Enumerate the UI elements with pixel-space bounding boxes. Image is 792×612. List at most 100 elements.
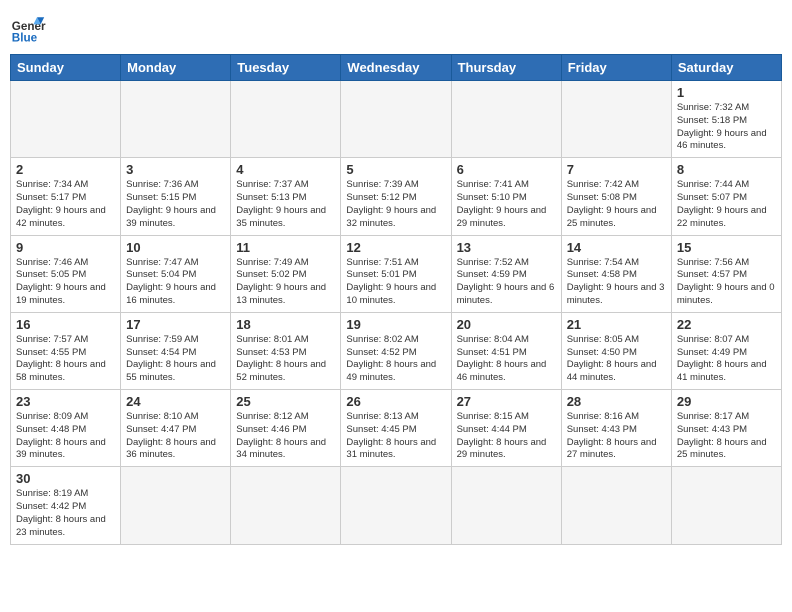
header: General Blue — [10, 10, 782, 46]
day-number: 9 — [16, 240, 115, 255]
day-info: Sunrise: 7:41 AM Sunset: 5:10 PM Dayligh… — [457, 179, 556, 230]
day-number: 29 — [677, 394, 776, 409]
day-info: Sunrise: 7:54 AM Sunset: 4:58 PM Dayligh… — [567, 257, 666, 308]
calendar-cell — [561, 467, 671, 544]
calendar-cell: 28Sunrise: 8:16 AM Sunset: 4:43 PM Dayli… — [561, 390, 671, 467]
calendar-cell — [451, 81, 561, 158]
calendar-cell: 8 Sunrise: 7:44 AM Sunset: 5:07 PM Daylig… — [671, 158, 781, 235]
calendar-cell: 16 Sunrise: 7:57 AM Sunset: 4:55 PM Dayli… — [11, 312, 121, 389]
day-info: Sunrise: 8:15 AM Sunset: 4:44 PM Dayligh… — [457, 411, 556, 462]
day-number: 28 — [567, 394, 666, 409]
calendar-cell: 9Sunrise: 7:46 AM Sunset: 5:05 PM Daylig… — [11, 235, 121, 312]
calendar-cell: 10 Sunrise: 7:47 AM Sunset: 5:04 PM Dayli… — [121, 235, 231, 312]
day-info: Sunrise: 7:36 AM Sunset: 5:15 PM Dayligh… — [126, 179, 225, 230]
day-number: 4 — [236, 162, 335, 177]
calendar-cell: 19 Sunrise: 8:02 AM Sunset: 4:52 PM Dayli… — [341, 312, 451, 389]
page: General Blue SundayMondayTuesdayWednesda… — [0, 0, 792, 612]
calendar-dow-tuesday: Tuesday — [231, 55, 341, 81]
day-number: 18 — [236, 317, 335, 332]
day-info: Sunrise: 8:12 AM Sunset: 4:46 PM Dayligh… — [236, 411, 335, 462]
day-number: 21 — [567, 317, 666, 332]
day-number: 8 — [677, 162, 776, 177]
day-info: Sunrise: 8:02 AM Sunset: 4:52 PM Dayligh… — [346, 334, 445, 385]
calendar-cell: 15Sunrise: 7:56 AM Sunset: 4:57 PM Dayli… — [671, 235, 781, 312]
day-number: 17 — [126, 317, 225, 332]
calendar-cell: 21 Sunrise: 8:05 AM Sunset: 4:50 PM Dayli… — [561, 312, 671, 389]
calendar-cell — [11, 81, 121, 158]
day-info: Sunrise: 7:57 AM Sunset: 4:55 PM Dayligh… — [16, 334, 115, 385]
calendar-cell — [231, 467, 341, 544]
calendar-cell: 11Sunrise: 7:49 AM Sunset: 5:02 PM Dayli… — [231, 235, 341, 312]
day-info: Sunrise: 7:59 AM Sunset: 4:54 PM Dayligh… — [126, 334, 225, 385]
day-info: Sunrise: 7:42 AM Sunset: 5:08 PM Dayligh… — [567, 179, 666, 230]
calendar-week-4: 23Sunrise: 8:09 AM Sunset: 4:48 PM Dayli… — [11, 390, 782, 467]
day-info: Sunrise: 8:05 AM Sunset: 4:50 PM Dayligh… — [567, 334, 666, 385]
day-number: 19 — [346, 317, 445, 332]
day-number: 3 — [126, 162, 225, 177]
calendar-cell: 1 Sunrise: 7:32 AM Sunset: 5:18 PM Daylig… — [671, 81, 781, 158]
day-info: Sunrise: 7:52 AM Sunset: 4:59 PM Dayligh… — [457, 257, 556, 308]
day-number: 16 — [16, 317, 115, 332]
calendar-dow-saturday: Saturday — [671, 55, 781, 81]
calendar-dow-monday: Monday — [121, 55, 231, 81]
calendar-week-1: 2Sunrise: 7:34 AM Sunset: 5:17 PM Daylig… — [11, 158, 782, 235]
day-number: 1 — [677, 85, 776, 100]
day-info: Sunrise: 7:34 AM Sunset: 5:17 PM Dayligh… — [16, 179, 115, 230]
calendar-cell — [671, 467, 781, 544]
day-info: Sunrise: 8:04 AM Sunset: 4:51 PM Dayligh… — [457, 334, 556, 385]
calendar-cell: 13 Sunrise: 7:52 AM Sunset: 4:59 PM Dayli… — [451, 235, 561, 312]
calendar-cell — [561, 81, 671, 158]
calendar-cell — [231, 81, 341, 158]
calendar-week-0: 1 Sunrise: 7:32 AM Sunset: 5:18 PM Daylig… — [11, 81, 782, 158]
calendar-cell: 17 Sunrise: 7:59 AM Sunset: 4:54 PM Dayli… — [121, 312, 231, 389]
calendar-cell: 14 Sunrise: 7:54 AM Sunset: 4:58 PM Dayli… — [561, 235, 671, 312]
calendar-header-row: SundayMondayTuesdayWednesdayThursdayFrid… — [11, 55, 782, 81]
day-info: Sunrise: 7:32 AM Sunset: 5:18 PM Dayligh… — [677, 102, 776, 153]
day-number: 30 — [16, 471, 115, 486]
calendar-cell: 18 Sunrise: 8:01 AM Sunset: 4:53 PM Dayli… — [231, 312, 341, 389]
day-number: 6 — [457, 162, 556, 177]
day-number: 13 — [457, 240, 556, 255]
calendar-cell: 22 Sunrise: 8:07 AM Sunset: 4:49 PM Dayli… — [671, 312, 781, 389]
calendar-cell: 7Sunrise: 7:42 AM Sunset: 5:08 PM Daylig… — [561, 158, 671, 235]
calendar-cell: 20 Sunrise: 8:04 AM Sunset: 4:51 PM Dayli… — [451, 312, 561, 389]
day-number: 24 — [126, 394, 225, 409]
calendar-week-2: 9Sunrise: 7:46 AM Sunset: 5:05 PM Daylig… — [11, 235, 782, 312]
calendar-week-5: 30Sunrise: 8:19 AM Sunset: 4:42 PM Dayli… — [11, 467, 782, 544]
day-info: Sunrise: 7:51 AM Sunset: 5:01 PM Dayligh… — [346, 257, 445, 308]
day-info: Sunrise: 8:13 AM Sunset: 4:45 PM Dayligh… — [346, 411, 445, 462]
calendar-cell: 24Sunrise: 8:10 AM Sunset: 4:47 PM Dayli… — [121, 390, 231, 467]
day-info: Sunrise: 7:39 AM Sunset: 5:12 PM Dayligh… — [346, 179, 445, 230]
day-number: 20 — [457, 317, 556, 332]
day-info: Sunrise: 8:17 AM Sunset: 4:43 PM Dayligh… — [677, 411, 776, 462]
day-number: 12 — [346, 240, 445, 255]
calendar-cell — [341, 467, 451, 544]
calendar-cell: 23Sunrise: 8:09 AM Sunset: 4:48 PM Dayli… — [11, 390, 121, 467]
day-number: 25 — [236, 394, 335, 409]
day-number: 26 — [346, 394, 445, 409]
day-info: Sunrise: 8:01 AM Sunset: 4:53 PM Dayligh… — [236, 334, 335, 385]
day-info: Sunrise: 7:49 AM Sunset: 5:02 PM Dayligh… — [236, 257, 335, 308]
calendar-cell — [121, 81, 231, 158]
calendar-cell: 3 Sunrise: 7:36 AM Sunset: 5:15 PM Daylig… — [121, 158, 231, 235]
logo: General Blue — [10, 10, 46, 46]
day-number: 5 — [346, 162, 445, 177]
day-info: Sunrise: 7:37 AM Sunset: 5:13 PM Dayligh… — [236, 179, 335, 230]
calendar-cell: 27 Sunrise: 8:15 AM Sunset: 4:44 PM Dayli… — [451, 390, 561, 467]
day-number: 22 — [677, 317, 776, 332]
day-info: Sunrise: 8:07 AM Sunset: 4:49 PM Dayligh… — [677, 334, 776, 385]
logo-icon: General Blue — [10, 10, 46, 46]
calendar: SundayMondayTuesdayWednesdayThursdayFrid… — [10, 54, 782, 545]
calendar-dow-wednesday: Wednesday — [341, 55, 451, 81]
svg-text:Blue: Blue — [12, 32, 38, 45]
day-info: Sunrise: 8:09 AM Sunset: 4:48 PM Dayligh… — [16, 411, 115, 462]
day-number: 15 — [677, 240, 776, 255]
calendar-cell: 12 Sunrise: 7:51 AM Sunset: 5:01 PM Dayli… — [341, 235, 451, 312]
day-number: 27 — [457, 394, 556, 409]
day-number: 10 — [126, 240, 225, 255]
day-number: 14 — [567, 240, 666, 255]
day-info: Sunrise: 7:44 AM Sunset: 5:07 PM Dayligh… — [677, 179, 776, 230]
calendar-cell: 6 Sunrise: 7:41 AM Sunset: 5:10 PM Daylig… — [451, 158, 561, 235]
day-info: Sunrise: 7:47 AM Sunset: 5:04 PM Dayligh… — [126, 257, 225, 308]
calendar-cell: 29 Sunrise: 8:17 AM Sunset: 4:43 PM Dayli… — [671, 390, 781, 467]
